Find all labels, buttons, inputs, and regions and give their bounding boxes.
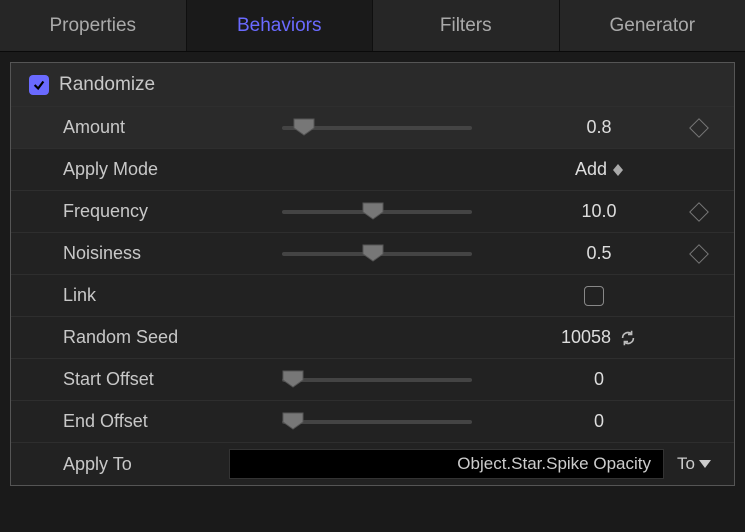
param-row-apply-mode: Apply Mode Add	[11, 149, 734, 191]
apply-to-button-label: To	[677, 454, 695, 474]
param-label: Frequency	[29, 201, 229, 222]
param-row-random-seed: Random Seed 10058	[11, 317, 734, 359]
keyframe-icon[interactable]	[689, 202, 709, 222]
apply-mode-value: Add	[575, 159, 607, 180]
behavior-enable-checkbox[interactable]	[29, 75, 49, 95]
stepper-arrows-icon	[613, 164, 623, 176]
param-row-start-offset: Start Offset 0	[11, 359, 734, 401]
param-label: Link	[29, 285, 229, 306]
frequency-value[interactable]: 10.0	[524, 201, 674, 222]
apply-to-field[interactable]: Object.Star.Spike Opacity	[229, 449, 664, 479]
random-seed-value[interactable]: 10058	[524, 327, 674, 348]
slider-thumb-icon[interactable]	[362, 244, 384, 262]
regenerate-icon[interactable]	[619, 329, 637, 347]
apply-mode-dropdown[interactable]: Add	[524, 159, 674, 180]
end-offset-slider[interactable]	[282, 420, 472, 424]
keyframe-icon[interactable]	[689, 118, 709, 138]
param-label: End Offset	[29, 411, 229, 432]
param-label: Amount	[29, 117, 229, 138]
amount-slider[interactable]	[282, 126, 472, 130]
end-offset-value[interactable]: 0	[524, 411, 674, 432]
param-row-frequency: Frequency 10.0	[11, 191, 734, 233]
param-label: Random Seed	[29, 327, 229, 348]
param-row-end-offset: End Offset 0	[11, 401, 734, 443]
slider-thumb-icon[interactable]	[362, 202, 384, 220]
apply-to-value: Object.Star.Spike Opacity	[457, 454, 651, 474]
amount-value[interactable]: 0.8	[524, 117, 674, 138]
random-seed-number: 10058	[561, 327, 611, 348]
param-label: Noisiness	[29, 243, 229, 264]
start-offset-value[interactable]: 0	[524, 369, 674, 390]
chevron-down-icon	[699, 460, 711, 468]
noisiness-slider[interactable]	[282, 252, 472, 256]
param-row-link: Link	[11, 275, 734, 317]
behavior-panel: Randomize Amount 0.8 Apply Mode Add Fr	[10, 62, 735, 486]
param-row-amount: Amount 0.8	[11, 107, 734, 149]
param-row-noisiness: Noisiness 0.5	[11, 233, 734, 275]
tab-generator[interactable]: Generator	[560, 0, 745, 51]
link-checkbox[interactable]	[584, 286, 604, 306]
keyframe-icon[interactable]	[689, 244, 709, 264]
param-label: Apply To	[29, 454, 229, 475]
tab-filters[interactable]: Filters	[373, 0, 560, 51]
tab-behaviors[interactable]: Behaviors	[187, 0, 374, 51]
apply-to-menu-button[interactable]: To	[664, 454, 724, 474]
frequency-slider[interactable]	[282, 210, 472, 214]
param-label: Apply Mode	[29, 159, 229, 180]
param-label: Start Offset	[29, 369, 229, 390]
slider-thumb-icon[interactable]	[282, 370, 304, 388]
start-offset-slider[interactable]	[282, 378, 472, 382]
param-row-apply-to: Apply To Object.Star.Spike Opacity To	[11, 443, 734, 485]
inspector-tabs: Properties Behaviors Filters Generator	[0, 0, 745, 52]
tab-properties[interactable]: Properties	[0, 0, 187, 51]
slider-thumb-icon[interactable]	[293, 118, 315, 136]
slider-thumb-icon[interactable]	[282, 412, 304, 430]
behavior-title: Randomize	[59, 74, 259, 96]
noisiness-value[interactable]: 0.5	[524, 243, 674, 264]
behavior-header-row: Randomize	[11, 63, 734, 107]
